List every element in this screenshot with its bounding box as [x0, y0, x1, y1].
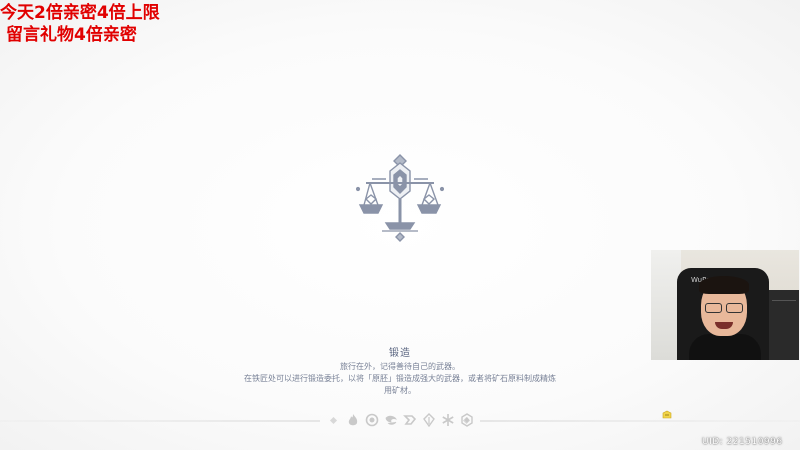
anemo-icon: [383, 412, 399, 428]
bar-diamond-left: [329, 416, 338, 425]
pyro-icon: [345, 412, 361, 428]
forging-scale-emblem-icon: [355, 153, 445, 243]
loading-tip-line-1: 旅行在外，记得善待自己的武器。: [340, 362, 460, 371]
streamer-webcam: WuPe: [651, 250, 799, 360]
electro-icon: [402, 412, 418, 428]
loading-tip-line-3: 用矿材。: [384, 386, 416, 395]
stream-promo-overlay: 今天2倍亲密4倍上限 留言礼物4倍亲密: [0, 2, 160, 46]
bar-line-left: [0, 420, 320, 422]
hydro-icon: [364, 412, 380, 428]
loading-progress-bar: [0, 410, 800, 432]
loading-tip-body: 旅行在外，记得善待自己的武器。 在铁匠处可以进行锻造委托，以将「原胚」锻造成强大…: [220, 361, 580, 397]
webcam-hair: [699, 276, 749, 294]
cryo-icon: [440, 412, 456, 428]
game-loading-screen: 今天2倍亲密4倍上限 留言礼物4倍亲密 锻造 旅行在外，记得善待自己的武器。 在…: [0, 0, 800, 450]
webcam-shelf: [769, 290, 799, 360]
geo-icon: [459, 412, 475, 428]
webcam-body: [689, 334, 761, 360]
loading-tip-title: 锻造: [389, 348, 411, 359]
bar-line-right: [480, 420, 800, 422]
dendro-icon: [421, 412, 437, 428]
promo-line-2: 留言礼物4倍亲密: [6, 25, 137, 45]
loading-tip-line-2: 在铁匠处可以进行锻造委托，以将「原胚」锻造成强大的武器，或者将矿石原料制成精炼: [244, 374, 556, 383]
element-icons-row: [345, 412, 475, 430]
webcam-glasses: [705, 303, 743, 313]
paimon-menu-icon[interactable]: [662, 405, 672, 419]
promo-line-1: 今天2倍亲密4倍上限: [0, 3, 160, 23]
player-uid: UID: 221510996: [702, 437, 783, 447]
